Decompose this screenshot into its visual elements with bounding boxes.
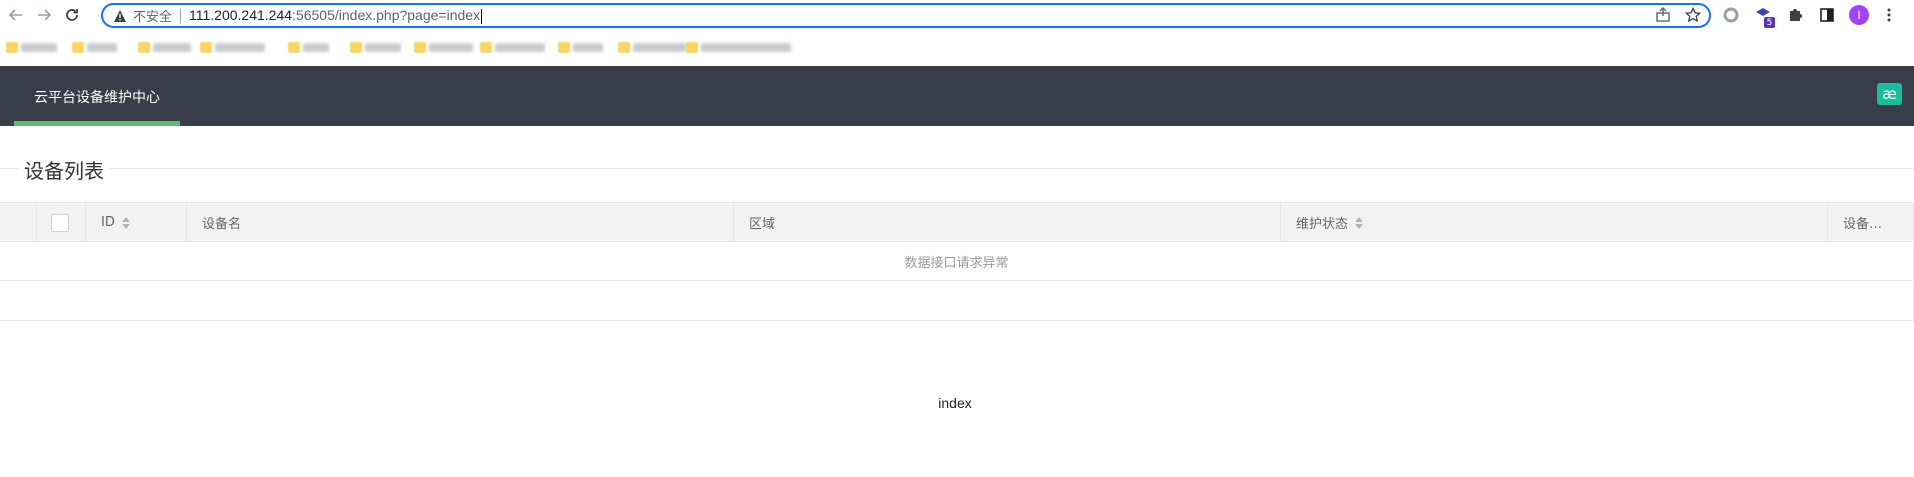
header-select-cell xyxy=(36,203,85,242)
arrow-right-icon xyxy=(38,9,52,21)
separator xyxy=(180,8,182,23)
sort-icon[interactable] xyxy=(121,216,130,229)
device-table: ID 设备名 区域 维护状态 设备… 数据接口请求异常 xyxy=(0,202,1914,321)
table-empty-row xyxy=(0,281,1914,321)
bookmark-item[interactable] xyxy=(200,40,265,54)
column-label-id: ID xyxy=(101,215,115,230)
bookmark-item[interactable] xyxy=(686,40,791,54)
active-tab-indicator xyxy=(14,121,180,126)
profile-avatar[interactable]: I xyxy=(1849,5,1869,25)
back-button[interactable] xyxy=(4,3,28,27)
forward-button[interactable] xyxy=(32,3,56,27)
menu-dots-icon[interactable] xyxy=(1879,5,1899,25)
security-label[interactable]: 不安全 xyxy=(133,6,172,25)
column-header-id[interactable]: ID xyxy=(85,203,186,242)
extension-circle-icon[interactable] xyxy=(1721,5,1741,25)
puzzle-icon[interactable] xyxy=(1785,5,1805,25)
column-label-maintenance-status: 维护状态 xyxy=(1296,217,1349,232)
table-header: ID 设备名 区域 维护状态 设备… xyxy=(0,203,1914,242)
browser-toolbar: 不安全 111.200.241.244:56505/index.php?page… xyxy=(0,0,1914,30)
bookmark-star-icon[interactable] xyxy=(1685,7,1701,23)
bookmark-item[interactable] xyxy=(414,40,473,54)
column-label-device-more: 设备… xyxy=(1843,217,1883,232)
column-header-device-name[interactable]: 设备名 xyxy=(186,203,733,242)
extension-badge-icon[interactable]: 5 xyxy=(1753,5,1775,28)
column-header-region[interactable]: 区域 xyxy=(733,203,1280,242)
header-spacer xyxy=(0,203,36,242)
nav-tab-home[interactable]: 云平台设备维护中心 xyxy=(14,66,180,126)
address-bar[interactable]: 不安全 111.200.241.244:56505/index.php?page… xyxy=(101,3,1711,28)
reload-icon xyxy=(66,9,78,21)
app-logo-icon[interactable]: æ xyxy=(1877,83,1902,105)
text-caret xyxy=(481,8,483,24)
column-header-device-more[interactable]: 设备… xyxy=(1827,203,1914,242)
app-title: 云平台设备维护中心 xyxy=(34,90,160,106)
extension-count-badge: 5 xyxy=(1764,17,1775,28)
bookmark-item[interactable] xyxy=(288,40,329,54)
arrow-left-icon xyxy=(8,9,22,21)
bookmark-item[interactable] xyxy=(72,40,117,54)
bookmark-item[interactable] xyxy=(350,40,401,54)
bookmarks-bar xyxy=(0,36,1914,58)
url-path: :56505/index.php?page=index xyxy=(292,7,481,24)
share-icon[interactable] xyxy=(1655,7,1671,23)
sort-icon[interactable] xyxy=(1355,216,1364,229)
bookmark-item[interactable] xyxy=(558,40,603,54)
select-all-checkbox[interactable] xyxy=(51,213,69,232)
side-panel-icon[interactable] xyxy=(1817,5,1837,25)
table-empty-message: 数据接口请求异常 xyxy=(0,242,1914,281)
app-header: 云平台设备维护中心 æ xyxy=(0,66,1914,126)
bookmark-item[interactable] xyxy=(618,40,687,54)
bookmark-item[interactable] xyxy=(480,40,545,54)
reload-button[interactable] xyxy=(60,3,84,27)
column-header-maintenance-status[interactable]: 维护状态 xyxy=(1280,203,1827,242)
column-label-region: 区域 xyxy=(749,217,776,232)
page-footer-text: index xyxy=(938,395,972,411)
url-text[interactable]: 111.200.241.244:56505/index.php?page=ind… xyxy=(189,7,483,24)
url-host: 111.200.241.244 xyxy=(189,7,293,24)
bookmark-item[interactable] xyxy=(6,40,57,54)
column-label-device-name: 设备名 xyxy=(202,217,242,232)
warning-icon xyxy=(114,9,126,22)
legend-divider xyxy=(0,168,1914,169)
section-title: 设备列表 xyxy=(18,155,110,184)
bookmark-item[interactable] xyxy=(138,40,191,54)
